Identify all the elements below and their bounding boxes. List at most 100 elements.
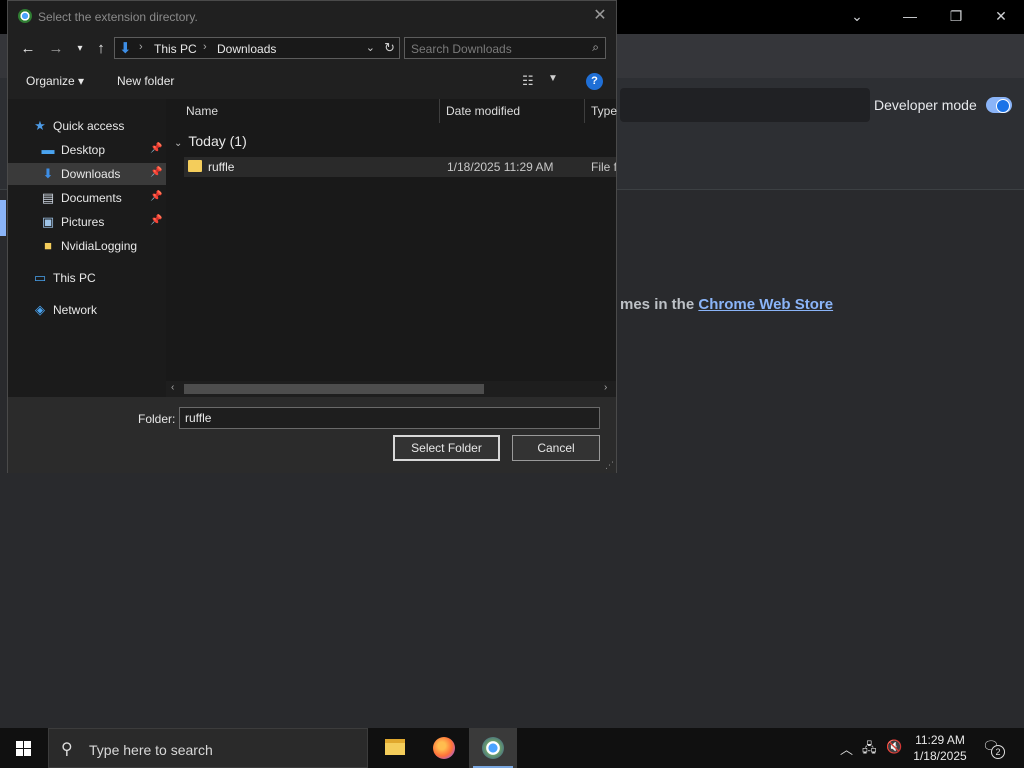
- pictures-icon: ▣: [41, 214, 55, 229]
- nav-item-label: Desktop: [61, 143, 106, 157]
- resize-grip-icon[interactable]: ⋰: [605, 460, 614, 471]
- folder-icon: ■: [44, 238, 52, 253]
- developer-mode-toggle[interactable]: [986, 97, 1012, 113]
- nav-item-downloads[interactable]: ⬇ Downloads 📌: [8, 163, 166, 185]
- file-type: File folder: [591, 160, 616, 174]
- clock-date: 1/18/2025: [913, 749, 967, 763]
- collapse-chevron-icon[interactable]: ⌄: [174, 138, 182, 149]
- nav-item-label: Documents: [61, 191, 122, 205]
- column-header-type[interactable]: Type: [591, 104, 617, 128]
- column-separator[interactable]: [439, 99, 440, 123]
- file-list: Name Date modified Type ⌄ Today (1) ruffl…: [166, 99, 617, 397]
- breadcrumb-downloads[interactable]: Downloads: [217, 42, 276, 56]
- chrome-app-icon: [18, 9, 32, 23]
- firefox-icon: [433, 737, 455, 759]
- folder-label: Folder:: [138, 412, 176, 426]
- file-explorer-taskbar-button[interactable]: [371, 728, 419, 768]
- organize-button[interactable]: Organize ▾: [26, 74, 84, 88]
- system-clock[interactable]: 11:29 AM 1/18/2025: [908, 732, 972, 764]
- nav-item-quick-access[interactable]: ★ Quick access: [8, 115, 166, 137]
- nav-item-label: Network: [53, 303, 98, 317]
- chrome-taskbar-button[interactable]: [469, 728, 517, 768]
- pin-icon: 📌: [150, 143, 163, 154]
- search-icon: ⚲: [61, 741, 73, 758]
- nav-item-desktop[interactable]: ▬ Desktop 📌: [8, 139, 166, 161]
- nav-item-documents[interactable]: ▤ Documents 📌: [8, 187, 166, 209]
- navigation-pane: ★ Quick access ▬ Desktop 📌 ⬇ Downloads 📌…: [8, 99, 166, 397]
- view-options-icon[interactable]: ☷: [522, 73, 540, 89]
- group-header-today[interactable]: ⌄ Today (1): [174, 133, 247, 149]
- view-dropdown-icon[interactable]: ▼: [548, 73, 558, 84]
- help-icon[interactable]: ?: [586, 73, 603, 90]
- chrome-web-store-link[interactable]: Chrome Web Store: [698, 296, 833, 313]
- scroll-left-icon[interactable]: ‹: [171, 382, 174, 393]
- scroll-right-icon[interactable]: ›: [604, 382, 607, 393]
- refresh-icon[interactable]: ↻: [384, 40, 395, 56]
- address-dropdown-icon[interactable]: ⌄: [366, 41, 375, 54]
- windows-logo-icon: [16, 741, 32, 756]
- dialog-title: Select the extension directory.: [38, 10, 198, 24]
- nav-item-nvidialogging[interactable]: ■ NvidiaLogging: [8, 235, 166, 257]
- nav-item-label: Quick access: [53, 119, 125, 133]
- column-header-name[interactable]: Name: [186, 104, 218, 128]
- nav-item-network[interactable]: ◈ Network: [8, 299, 166, 321]
- computer-icon: ▭: [33, 270, 47, 285]
- scrollbar-thumb[interactable]: [184, 384, 484, 394]
- cancel-button[interactable]: Cancel: [512, 435, 600, 461]
- developer-mode-label: Developer mode: [874, 97, 977, 113]
- folder-input[interactable]: [179, 407, 600, 429]
- extensions-search[interactable]: [620, 88, 870, 122]
- back-arrow-icon[interactable]: ←: [18, 39, 38, 59]
- network-status-icon[interactable]: 🖧: [862, 739, 877, 761]
- recent-locations-chevron-icon[interactable]: ▾: [70, 39, 90, 59]
- nav-item-label: NvidiaLogging: [61, 239, 138, 253]
- dialog-close-icon[interactable]: ✕: [590, 6, 610, 26]
- file-row[interactable]: ruffle 1/18/2025 11:29 AM File folder: [184, 157, 616, 177]
- horizontal-scrollbar[interactable]: ‹ ›: [166, 381, 616, 397]
- sidebar-selected-indicator: [0, 200, 6, 236]
- nav-item-label: Pictures: [61, 215, 105, 229]
- dialog-footer: Folder: Select Folder Cancel ⋰: [8, 397, 616, 473]
- dialog-title-bar: Select the extension directory. ✕: [8, 1, 616, 32]
- breadcrumb-this-pc[interactable]: This PC: [154, 42, 197, 56]
- firefox-taskbar-button[interactable]: [420, 728, 468, 768]
- pin-icon: 📌: [150, 215, 163, 226]
- forward-arrow-icon[interactable]: →: [46, 39, 66, 59]
- new-folder-button[interactable]: New folder: [117, 74, 174, 88]
- start-button[interactable]: [0, 728, 48, 768]
- column-separator[interactable]: [584, 99, 585, 123]
- minimize-icon[interactable]: —: [898, 6, 922, 26]
- up-arrow-icon[interactable]: ↑: [91, 39, 111, 59]
- volume-muted-icon[interactable]: 🔇: [886, 739, 902, 755]
- taskbar: ⚲ Type here to search ︿ 🖧 🔇 11:29 AM 1/1…: [0, 728, 1024, 768]
- nav-item-label: This PC: [53, 271, 96, 285]
- desktop-icon: ▬: [41, 142, 55, 157]
- file-explorer-icon: [385, 739, 405, 755]
- close-window-icon[interactable]: ✕: [989, 6, 1013, 26]
- breadcrumb-separator-icon: ›: [139, 41, 143, 53]
- taskbar-search-text: Type here to search: [89, 742, 213, 758]
- star-icon: ★: [34, 118, 46, 133]
- restore-icon[interactable]: ❐: [944, 6, 968, 26]
- network-icon: ◈: [35, 302, 45, 317]
- file-name: ruffle: [208, 160, 235, 174]
- search-input[interactable]: [411, 41, 581, 56]
- show-hidden-icons-chevron-icon[interactable]: ︿: [840, 739, 853, 758]
- file-date: 1/18/2025 11:29 AM: [447, 160, 554, 174]
- taskbar-search[interactable]: ⚲ Type here to search: [48, 728, 368, 768]
- store-message: mes in the Chrome Web Store: [620, 296, 834, 313]
- pin-icon: 📌: [150, 167, 163, 178]
- notification-center-button[interactable]: 🗨 2: [982, 738, 1005, 759]
- notification-count-badge: 2: [991, 745, 1005, 759]
- tab-search-chevron-icon[interactable]: ⌄: [845, 6, 869, 26]
- downloads-folder-icon: ⬇: [119, 40, 132, 57]
- nav-item-pictures[interactable]: ▣ Pictures 📌: [8, 211, 166, 233]
- nav-item-label: Downloads: [61, 167, 121, 181]
- address-bar[interactable]: ⬇ › This PC › Downloads ⌄ ↻: [114, 37, 400, 59]
- chrome-icon: [482, 737, 504, 759]
- select-folder-button[interactable]: Select Folder: [393, 435, 500, 461]
- pin-icon: 📌: [150, 191, 163, 202]
- nav-item-this-pc[interactable]: ▭ This PC: [8, 267, 166, 289]
- column-header-date-modified[interactable]: Date modified: [446, 104, 520, 128]
- downloads-folder-icon: ⬇: [42, 166, 54, 181]
